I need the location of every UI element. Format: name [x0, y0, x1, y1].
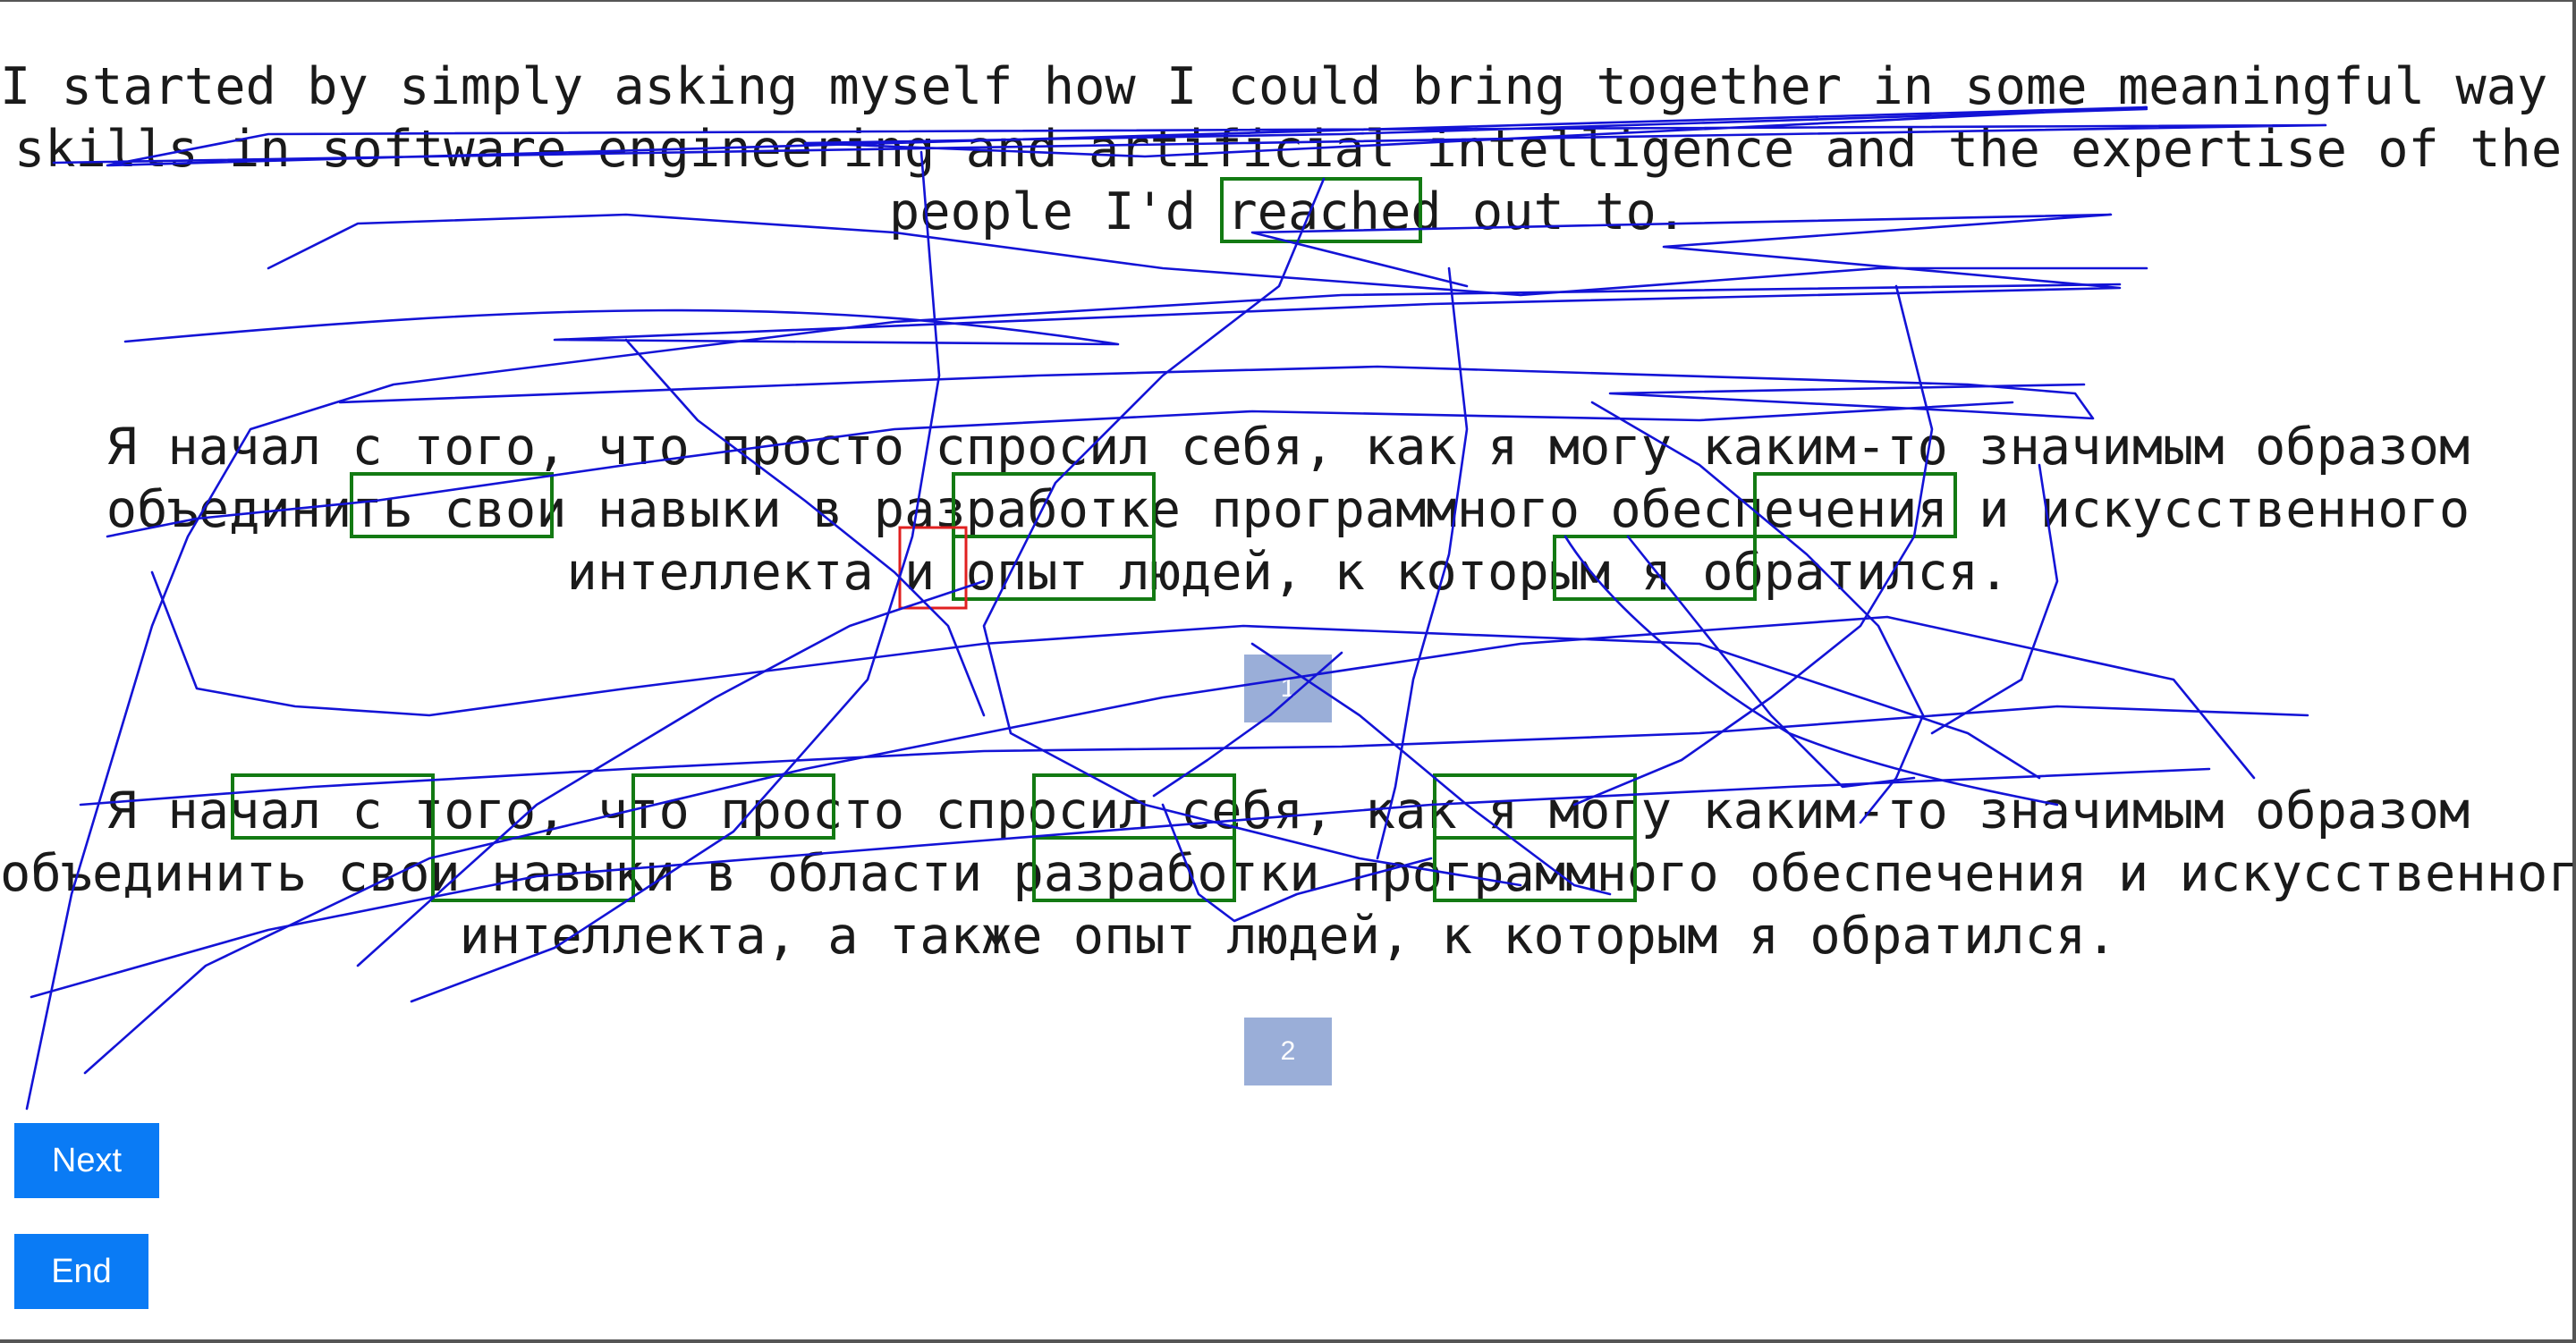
source-sentence: I started by simply asking myself how I … — [0, 55, 2576, 243]
frame-bottom-border — [0, 1339, 2576, 1343]
scribble-stroke — [25, 283, 2122, 1111]
translation-1-line-2: объединить свои навыки в разработке прог… — [106, 480, 2470, 539]
source-line-1: I started by simply asking myself how I … — [0, 57, 2576, 116]
translation-2-line-2: объединить свои навыки в области разрабо… — [0, 844, 2576, 903]
source-line-3: people I'd reached out to. — [888, 182, 1688, 241]
next-button[interactable]: Next — [14, 1123, 159, 1198]
frame-top-border — [0, 0, 2576, 2]
translation-1-line-3: интеллекта и опыт людей, к которым я обр… — [566, 543, 2010, 602]
end-button[interactable]: End — [14, 1234, 148, 1309]
translation-2-line-1: Я начал с того, что просто спросил себя,… — [106, 781, 2470, 840]
translation-option-1[interactable]: Я начал с того, что просто спросил себя,… — [0, 416, 2576, 604]
scribble-stroke — [338, 365, 2095, 420]
translation-1-line-1: Я начал с того, что просто спросил себя,… — [106, 418, 2470, 477]
translation-option-2[interactable]: Я начал с того, что просто спросил себя,… — [0, 780, 2576, 967]
translation-2-marker[interactable]: 2 — [1244, 1018, 1332, 1085]
translation-2-line-3: интеллекта, а также опыт людей, к которы… — [459, 907, 2117, 966]
source-line-2: skills in software engineering and artif… — [13, 120, 2563, 179]
translation-1-marker[interactable]: 1 — [1244, 655, 1332, 722]
